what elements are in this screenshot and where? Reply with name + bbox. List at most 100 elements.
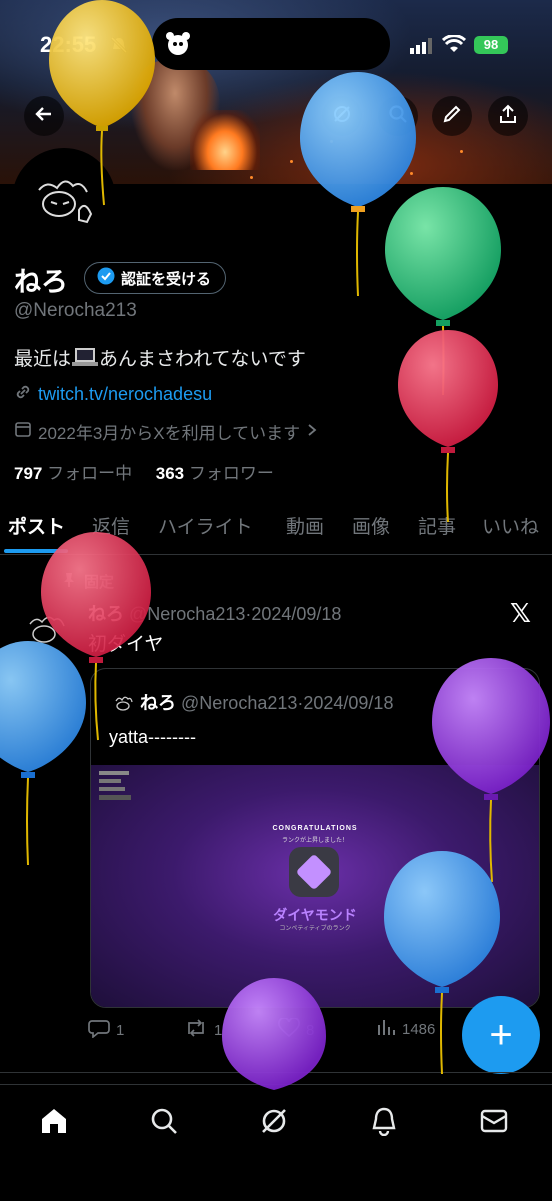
signal-icon — [410, 38, 434, 59]
diamond-rank-icon — [289, 847, 339, 897]
nav-explore[interactable] — [144, 1103, 184, 1143]
tab-videos[interactable]: 動画 — [286, 512, 324, 539]
post-actions: 1 1 8 1486 — [88, 1017, 468, 1048]
post-divider — [0, 1072, 552, 1073]
follow-stats: 797 フォロー中 363 フォロワー — [14, 459, 274, 484]
reply-button[interactable]: 1 — [88, 1018, 124, 1042]
tab-replies[interactable]: 返信 — [92, 512, 130, 539]
balloon-blue-left — [0, 641, 86, 866]
nav-grok[interactable] — [254, 1103, 294, 1143]
pinned-indicator: 固定 — [62, 571, 114, 592]
followers-count: 363 — [155, 464, 185, 483]
status-time: 22:55 — [40, 32, 97, 57]
tab-likes[interactable]: いいね — [482, 512, 539, 539]
like-button[interactable]: 8 — [278, 1017, 315, 1042]
profile-link-text[interactable]: twitch.tv/nerochadesu — [38, 384, 212, 405]
profile-avatar[interactable] — [12, 148, 116, 252]
post-author[interactable]: ねろ — [88, 604, 124, 624]
post-header: ねろ @Nerocha213·2024/09/18 — [88, 600, 341, 626]
following-label: フォロー中 — [47, 464, 133, 483]
dynamic-island — [152, 18, 390, 70]
tab-articles[interactable]: 記事 — [418, 512, 456, 539]
nav-messages[interactable] — [474, 1103, 514, 1143]
back-icon — [34, 104, 54, 129]
tab-posts[interactable]: ポスト — [8, 512, 65, 539]
get-verified-label: 認証を受ける — [121, 270, 212, 288]
joined-text: 2022年3月からXを利用しています — [38, 424, 301, 443]
tab-highlights[interactable]: ハイライト — [158, 512, 253, 539]
followers-link[interactable]: 363 フォロワー — [156, 464, 274, 483]
image-rank-text: ダイヤモンド — [273, 907, 357, 923]
share-button[interactable] — [488, 96, 528, 136]
quoted-post[interactable]: ねろ @Nerocha213·2024/09/18 yatta-------- … — [90, 668, 540, 1008]
image-congrats-text: CONGRATULATIONS — [272, 825, 358, 832]
profile-tabs: ポスト 返信 ハイライト 動画 画像 記事 いいね — [0, 500, 552, 555]
search-icon — [388, 104, 408, 129]
image-sub-text: ランクが上昇しました！ — [281, 838, 348, 844]
pinned-label: 固定 — [84, 574, 115, 591]
followers-label: フォロワー — [188, 464, 274, 483]
image-ui-overlay — [99, 771, 139, 811]
chevron-right-icon — [306, 422, 318, 442]
post-text: 初ダイヤ — [88, 634, 164, 655]
active-tab-indicator — [4, 549, 68, 553]
like-count: 8 — [306, 1021, 315, 1039]
bio-suffix: あんまさわれてないです — [99, 349, 306, 370]
verified-badge-icon — [97, 267, 115, 289]
banner-fire — [190, 110, 260, 170]
post-handle-date[interactable]: @Nerocha213·2024/09/18 — [129, 604, 341, 624]
repost-button[interactable]: 1 — [184, 1018, 222, 1042]
edit-icon — [442, 104, 462, 129]
edit-button[interactable] — [432, 96, 472, 136]
quote-author: ねろ — [140, 693, 177, 713]
balloon-green — [385, 187, 501, 396]
messages-icon — [479, 1108, 509, 1139]
x-logo-icon: 𝕏 — [510, 598, 531, 628]
home-icon — [39, 1107, 69, 1140]
grok-button[interactable] — [322, 96, 362, 136]
quote-text: yatta-------- — [109, 727, 196, 747]
quote-image[interactable]: CONGRATULATIONS ランクが上昇しました！ ダイヤモンド コンペティ… — [91, 765, 539, 1007]
back-button[interactable] — [24, 96, 64, 136]
profile-handle: @Nerocha213 — [14, 300, 137, 321]
quote-header: ねろ @Nerocha213·2024/09/18 — [113, 689, 393, 715]
pin-icon — [62, 572, 76, 592]
bottom-navigation — [0, 1084, 552, 1201]
mute-icon — [110, 36, 128, 54]
plus-icon: + — [489, 1012, 513, 1057]
quote-avatar-icon — [113, 693, 135, 715]
share-icon — [498, 104, 518, 129]
compose-button[interactable]: + — [462, 996, 540, 1074]
notifications-icon — [370, 1106, 398, 1141]
balloon-red-right — [398, 330, 498, 523]
profile-name: ねろ — [14, 267, 68, 297]
grok-nav-icon — [259, 1106, 289, 1141]
search-button[interactable] — [378, 96, 418, 136]
repost-count: 1 — [214, 1021, 223, 1039]
views-button[interactable]: 1486 — [376, 1018, 435, 1040]
avatar-drawing — [38, 180, 93, 224]
battery-indicator: 98 — [474, 36, 508, 54]
tab-images[interactable]: 画像 — [352, 512, 390, 539]
grok-icon — [332, 104, 352, 129]
heart-icon — [278, 1017, 300, 1042]
reply-icon — [88, 1018, 110, 1042]
quote-handle-date: @Nerocha213·2024/09/18 — [181, 693, 394, 713]
views-icon — [376, 1018, 396, 1040]
nav-notifications[interactable] — [364, 1103, 404, 1143]
get-verified-button[interactable]: 認証を受ける — [84, 262, 227, 294]
laptop-emoji-icon — [71, 346, 99, 374]
profile-bio: 最近は あんまさわれてないです — [14, 344, 306, 374]
following-link[interactable]: 797 フォロー中 — [14, 464, 132, 483]
bio-prefix: 最近は — [14, 349, 72, 370]
nav-home[interactable] — [34, 1103, 74, 1143]
profile-joined[interactable]: 2022年3月からXを利用しています — [14, 419, 318, 444]
link-icon — [14, 383, 32, 406]
calendar-icon — [14, 420, 32, 443]
following-count: 797 — [14, 464, 43, 483]
island-app-icon — [164, 31, 192, 62]
reply-count: 1 — [116, 1021, 125, 1039]
profile-link[interactable]: twitch.tv/nerochadesu — [14, 383, 212, 406]
image-rank-sub: コンペティティブのランク — [279, 926, 351, 932]
post-avatar[interactable] — [24, 610, 70, 656]
